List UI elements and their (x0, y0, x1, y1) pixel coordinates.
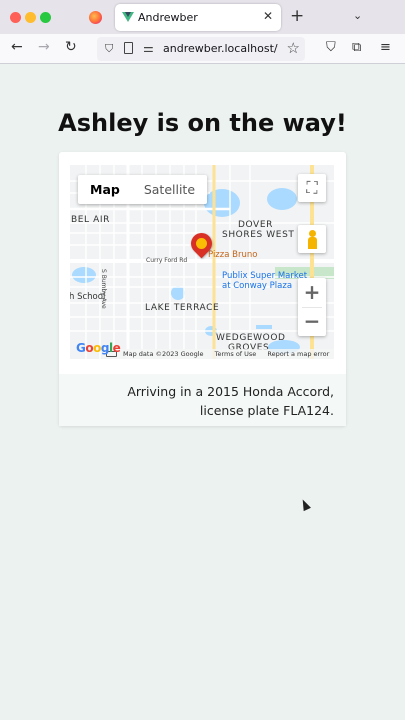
tab-title: Andrewber (138, 11, 198, 24)
google-logo-letter: o (85, 341, 94, 355)
new-tab-button[interactable]: + (290, 6, 304, 26)
google-logo-letter: o (93, 341, 101, 355)
tracking-shield-icon[interactable]: ⛉ (105, 42, 113, 56)
forward-arrow-icon[interactable]: → (38, 39, 50, 55)
firefox-icon (88, 11, 102, 24)
map-label-bumby: S Bumby Ave (100, 269, 107, 309)
map-label-dover-shores-2: SHORES WEST (222, 230, 295, 240)
map-label-dover-shores-1: DOVER (238, 220, 273, 230)
url-bar[interactable]: ⛉ ⚌ andrewber.localhost/tri ☆ (97, 37, 305, 61)
reload-icon[interactable]: ↻ (65, 39, 77, 55)
window-close-button[interactable] (10, 12, 21, 23)
page-info-icon[interactable] (124, 42, 133, 54)
map-label-wedgewood-1: WEDGEWOOD (216, 333, 286, 343)
street-view-pegman-icon[interactable] (298, 225, 326, 253)
url-text[interactable]: andrewber.localhost/tri (163, 42, 278, 55)
vue-favicon-icon (122, 12, 134, 22)
zoom-control: + − (298, 278, 326, 336)
bookmark-star-icon[interactable]: ☆ (287, 39, 300, 57)
map-type-control: Map Satellite (78, 175, 208, 204)
map-attribution-bar: Map data ©2023 Google Terms of Use Repor… (103, 349, 334, 359)
window-minimize-button[interactable] (25, 12, 36, 23)
poi-pizza-bruno[interactable]: Pizza Bruno (208, 250, 257, 260)
pegman-head (309, 230, 316, 237)
mouse-cursor-icon (299, 497, 311, 512)
google-map[interactable]: BEL AIR DOVER SHORES WEST Curry Ford Rd … (70, 165, 334, 359)
close-tab-icon[interactable]: ✕ (263, 9, 273, 23)
browser-navbar: ← → ↻ ⛉ ⚌ andrewber.localhost/tri ☆ ⛉ ⧉ … (0, 34, 405, 64)
tab-list-chevron-icon[interactable]: ⌄ (353, 9, 362, 22)
hamburger-menu-icon[interactable]: ≡ (380, 40, 391, 55)
google-logo-letter: G (76, 341, 86, 355)
trip-card-footer: Arriving in a 2015 Honda Accord, license… (59, 374, 346, 426)
zoom-in-button[interactable]: + (298, 278, 326, 307)
map-label-school: h School (70, 292, 106, 302)
page-title: Ashley is on the way! (58, 109, 347, 137)
window-maximize-button[interactable] (40, 12, 51, 23)
zoom-out-button[interactable]: − (298, 307, 326, 336)
arrival-description: Arriving in a 2015 Honda Accord, license… (127, 384, 334, 418)
driver-face-icon (196, 238, 207, 249)
back-arrow-icon[interactable]: ← (11, 39, 23, 55)
fullscreen-icon[interactable]: ⛶ (298, 174, 326, 202)
map-data-credit: Map data ©2023 Google (123, 350, 204, 358)
extensions-icon[interactable]: ⧉ (352, 40, 361, 55)
poi-publix-2[interactable]: at Conway Plaza (222, 281, 292, 291)
permissions-icon[interactable]: ⚌ (143, 41, 154, 55)
poi-publix-1[interactable]: Publix Super Market (222, 271, 307, 281)
google-logo[interactable]: Google (76, 341, 121, 355)
google-logo-letter: g (100, 341, 110, 355)
map-type-map-button[interactable]: Map (78, 175, 132, 204)
terms-of-use-link[interactable]: Terms of Use (215, 350, 257, 358)
google-logo-letter: e (112, 341, 121, 355)
tab-firefox-view[interactable] (80, 4, 110, 31)
map-type-satellite-button[interactable]: Satellite (132, 175, 207, 204)
trip-card: BEL AIR DOVER SHORES WEST Curry Ford Rd … (59, 152, 346, 426)
map-label-lake-terrace: LAKE TERRACE (145, 303, 220, 313)
pocket-icon[interactable]: ⛉ (326, 40, 336, 55)
map-label-bel-air: BEL AIR (71, 215, 111, 225)
map-label-curry-ford: Curry Ford Rd (146, 257, 188, 264)
browser-titlebar: Andrewber ✕ + ⌄ (0, 0, 405, 34)
pegman-body (308, 237, 317, 249)
tab-andrewber[interactable]: Andrewber ✕ (115, 4, 281, 31)
report-error-link[interactable]: Report a map error (267, 350, 329, 358)
